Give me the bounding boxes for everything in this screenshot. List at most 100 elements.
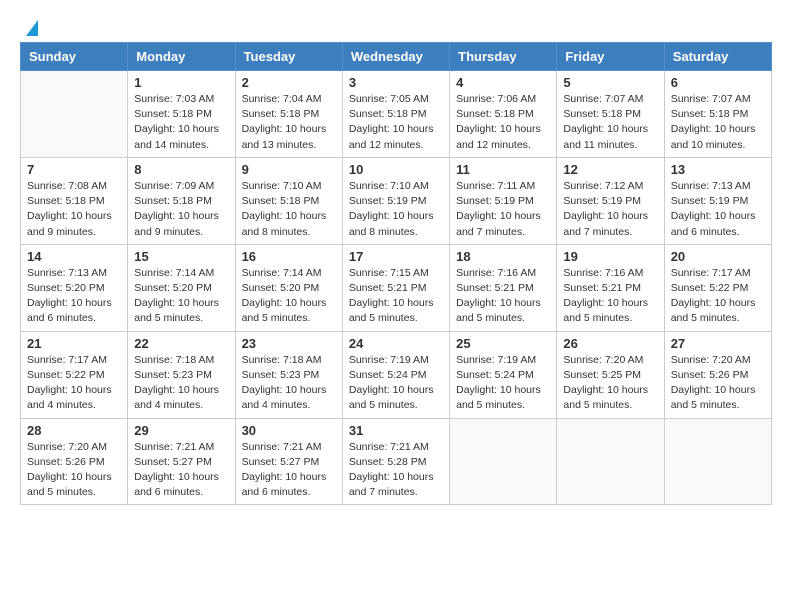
calendar-cell: 6 Sunrise: 7:07 AMSunset: 5:18 PMDaylight…	[664, 71, 771, 158]
day-info: Sunrise: 7:13 AMSunset: 5:20 PMDaylight:…	[27, 266, 121, 327]
calendar-cell: 23Sunrise: 7:18 AMSunset: 5:23 PMDayligh…	[235, 331, 342, 418]
day-info: Sunrise: 7:08 AMSunset: 5:18 PMDaylight:…	[27, 179, 121, 240]
day-number: 25	[456, 336, 550, 351]
day-of-week-header: Friday	[557, 43, 664, 71]
day-number: 8	[134, 162, 228, 177]
day-info: Sunrise: 7:11 AMSunset: 5:19 PMDaylight:…	[456, 179, 550, 240]
day-info: Sunrise: 7:14 AMSunset: 5:20 PMDaylight:…	[134, 266, 228, 327]
calendar-cell	[21, 71, 128, 158]
calendar-cell	[450, 418, 557, 505]
calendar-cell: 28 Sunrise: 7:20 AMSunset: 5:26 PMDayligh…	[21, 418, 128, 505]
calendar-cell: 27 Sunrise: 7:20 AMSunset: 5:26 PMDayligh…	[664, 331, 771, 418]
calendar-cell: 18 Sunrise: 7:16 AMSunset: 5:21 PMDayligh…	[450, 244, 557, 331]
day-info: Sunrise: 7:12 AMSunset: 5:19 PMDaylight:…	[563, 179, 657, 240]
day-number: 20	[671, 249, 765, 264]
day-info: Sunrise: 7:05 AMSunset: 5:18 PMDaylight:…	[349, 92, 443, 153]
calendar-cell: 9 Sunrise: 7:10 AMSunset: 5:18 PMDaylight…	[235, 157, 342, 244]
calendar-cell	[557, 418, 664, 505]
calendar-cell: 21 Sunrise: 7:17 AMSunset: 5:22 PMDayligh…	[21, 331, 128, 418]
day-number: 12	[563, 162, 657, 177]
day-info: Sunrise: 7:16 AMSunset: 5:21 PMDaylight:…	[456, 266, 550, 327]
day-number: 9	[242, 162, 336, 177]
day-number: 19	[563, 249, 657, 264]
calendar-cell: 19 Sunrise: 7:16 AMSunset: 5:21 PMDayligh…	[557, 244, 664, 331]
day-number: 13	[671, 162, 765, 177]
day-info: Sunrise: 7:10 AMSunset: 5:19 PMDaylight:…	[349, 179, 443, 240]
day-info: Sunrise: 7:03 AMSunset: 5:18 PMDaylight:…	[134, 92, 228, 153]
calendar-cell: 4Sunrise: 7:06 AMSunset: 5:18 PMDaylight…	[450, 71, 557, 158]
day-info: Sunrise: 7:21 AMSunset: 5:27 PMDaylight:…	[242, 440, 336, 501]
day-number: 29	[134, 423, 228, 438]
day-number: 14	[27, 249, 121, 264]
day-info: Sunrise: 7:04 AMSunset: 5:18 PMDaylight:…	[242, 92, 336, 153]
day-number: 31	[349, 423, 443, 438]
day-number: 1	[134, 75, 228, 90]
day-number: 4	[456, 75, 550, 90]
calendar-cell: 17Sunrise: 7:15 AMSunset: 5:21 PMDayligh…	[342, 244, 449, 331]
day-number: 21	[27, 336, 121, 351]
calendar-week-row: 14 Sunrise: 7:13 AMSunset: 5:20 PMDayligh…	[21, 244, 772, 331]
day-info: Sunrise: 7:18 AMSunset: 5:23 PMDaylight:…	[134, 353, 228, 414]
day-of-week-header: Monday	[128, 43, 235, 71]
calendar-cell: 3 Sunrise: 7:05 AMSunset: 5:18 PMDaylight…	[342, 71, 449, 158]
day-number: 3	[349, 75, 443, 90]
calendar-cell: 25Sunrise: 7:19 AMSunset: 5:24 PMDayligh…	[450, 331, 557, 418]
day-info: Sunrise: 7:17 AMSunset: 5:22 PMDaylight:…	[671, 266, 765, 327]
day-info: Sunrise: 7:17 AMSunset: 5:22 PMDaylight:…	[27, 353, 121, 414]
day-number: 18	[456, 249, 550, 264]
day-info: Sunrise: 7:07 AMSunset: 5:18 PMDaylight:…	[671, 92, 765, 153]
day-number: 16	[242, 249, 336, 264]
day-number: 5	[563, 75, 657, 90]
calendar-cell: 14 Sunrise: 7:13 AMSunset: 5:20 PMDayligh…	[21, 244, 128, 331]
calendar-cell: 31Sunrise: 7:21 AMSunset: 5:28 PMDayligh…	[342, 418, 449, 505]
day-of-week-header: Saturday	[664, 43, 771, 71]
day-number: 22	[134, 336, 228, 351]
day-of-week-header: Wednesday	[342, 43, 449, 71]
calendar-cell: 16 Sunrise: 7:14 AMSunset: 5:20 PMDayligh…	[235, 244, 342, 331]
day-info: Sunrise: 7:21 AMSunset: 5:27 PMDaylight:…	[134, 440, 228, 501]
logo	[20, 20, 38, 32]
calendar-week-row: 21 Sunrise: 7:17 AMSunset: 5:22 PMDayligh…	[21, 331, 772, 418]
calendar-cell: 29 Sunrise: 7:21 AMSunset: 5:27 PMDayligh…	[128, 418, 235, 505]
day-number: 28	[27, 423, 121, 438]
calendar-table: SundayMondayTuesdayWednesdayThursdayFrid…	[20, 42, 772, 505]
calendar-cell: 1 Sunrise: 7:03 AMSunset: 5:18 PMDaylight…	[128, 71, 235, 158]
day-number: 6	[671, 75, 765, 90]
calendar-week-row: 1 Sunrise: 7:03 AMSunset: 5:18 PMDaylight…	[21, 71, 772, 158]
day-info: Sunrise: 7:20 AMSunset: 5:25 PMDaylight:…	[563, 353, 657, 414]
calendar-cell	[664, 418, 771, 505]
day-info: Sunrise: 7:14 AMSunset: 5:20 PMDaylight:…	[242, 266, 336, 327]
day-info: Sunrise: 7:15 AMSunset: 5:21 PMDaylight:…	[349, 266, 443, 327]
day-of-week-header: Thursday	[450, 43, 557, 71]
calendar-cell: 11 Sunrise: 7:11 AMSunset: 5:19 PMDayligh…	[450, 157, 557, 244]
day-of-week-header: Tuesday	[235, 43, 342, 71]
day-info: Sunrise: 7:16 AMSunset: 5:21 PMDaylight:…	[563, 266, 657, 327]
day-info: Sunrise: 7:10 AMSunset: 5:18 PMDaylight:…	[242, 179, 336, 240]
day-number: 26	[563, 336, 657, 351]
calendar-cell: 20 Sunrise: 7:17 AMSunset: 5:22 PMDayligh…	[664, 244, 771, 331]
logo-triangle-icon	[26, 20, 38, 36]
calendar-cell: 12 Sunrise: 7:12 AMSunset: 5:19 PMDayligh…	[557, 157, 664, 244]
day-info: Sunrise: 7:09 AMSunset: 5:18 PMDaylight:…	[134, 179, 228, 240]
day-number: 15	[134, 249, 228, 264]
calendar-cell: 15 Sunrise: 7:14 AMSunset: 5:20 PMDayligh…	[128, 244, 235, 331]
calendar-cell: 10 Sunrise: 7:10 AMSunset: 5:19 PMDayligh…	[342, 157, 449, 244]
day-number: 11	[456, 162, 550, 177]
day-number: 2	[242, 75, 336, 90]
calendar-cell: 24 Sunrise: 7:19 AMSunset: 5:24 PMDayligh…	[342, 331, 449, 418]
day-number: 23	[242, 336, 336, 351]
calendar-cell: 5 Sunrise: 7:07 AMSunset: 5:18 PMDaylight…	[557, 71, 664, 158]
calendar-cell: 8 Sunrise: 7:09 AMSunset: 5:18 PMDaylight…	[128, 157, 235, 244]
calendar-cell: 30 Sunrise: 7:21 AMSunset: 5:27 PMDayligh…	[235, 418, 342, 505]
day-number: 10	[349, 162, 443, 177]
day-info: Sunrise: 7:20 AMSunset: 5:26 PMDaylight:…	[671, 353, 765, 414]
day-info: Sunrise: 7:13 AMSunset: 5:19 PMDaylight:…	[671, 179, 765, 240]
day-number: 27	[671, 336, 765, 351]
calendar-week-row: 28 Sunrise: 7:20 AMSunset: 5:26 PMDayligh…	[21, 418, 772, 505]
day-info: Sunrise: 7:20 AMSunset: 5:26 PMDaylight:…	[27, 440, 121, 501]
page-header	[20, 20, 772, 32]
day-number: 30	[242, 423, 336, 438]
day-info: Sunrise: 7:19 AMSunset: 5:24 PMDaylight:…	[349, 353, 443, 414]
day-number: 24	[349, 336, 443, 351]
day-info: Sunrise: 7:07 AMSunset: 5:18 PMDaylight:…	[563, 92, 657, 153]
